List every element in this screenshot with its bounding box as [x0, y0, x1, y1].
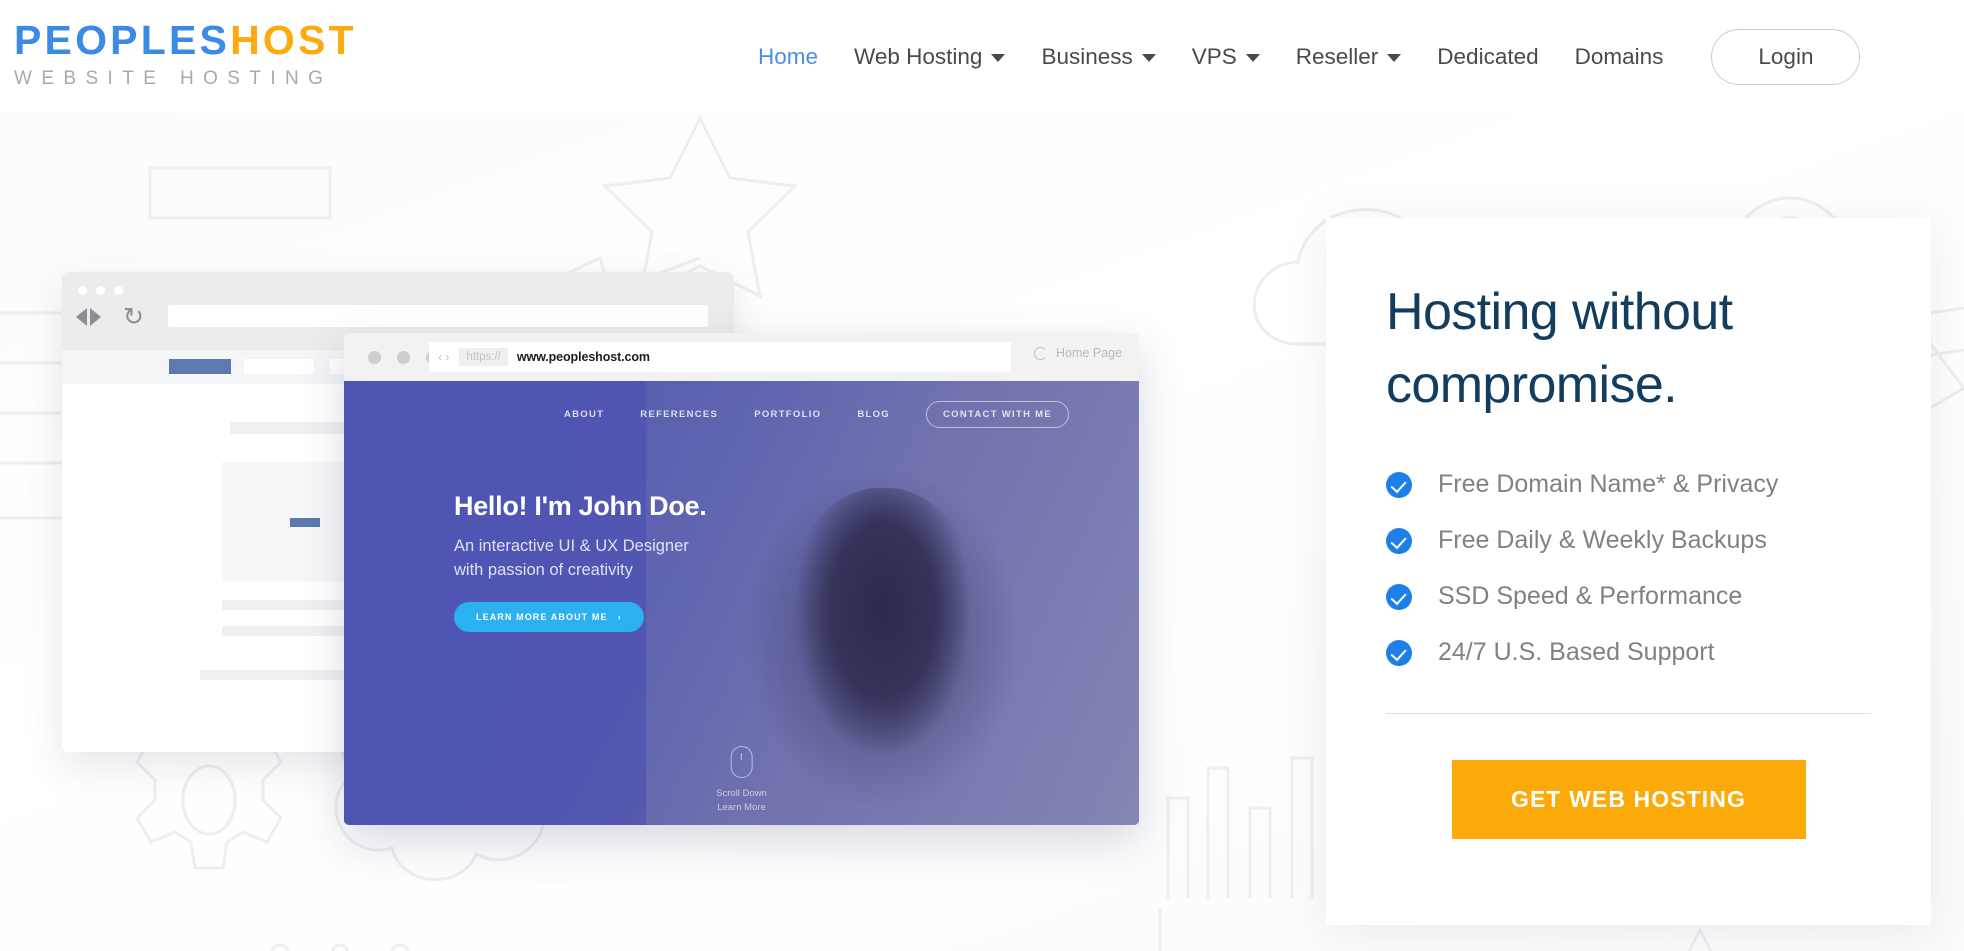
mock-contact-button[interactable]: CONTACT WITH ME: [925, 401, 1070, 428]
feature-label: 24/7 U.S. Based Support: [1438, 638, 1715, 666]
url-domain: www.peopleshost.com: [516, 350, 650, 364]
nav-label-web-hosting: Web Hosting: [854, 43, 983, 69]
mouse-icon: [730, 746, 753, 778]
logo-text-host: HOST: [230, 17, 357, 63]
tab-label: Home Page: [1056, 346, 1123, 360]
check-circle-icon: [1386, 527, 1412, 554]
chevron-down-icon: [1141, 54, 1156, 62]
hero-person-silhouette: [777, 487, 988, 808]
browser-controls-back: ↻: [76, 305, 144, 330]
logo-tagline: WEBSITE HOSTING: [14, 68, 333, 89]
mock-nav-active-pill: [169, 359, 231, 374]
mock-hero-headline: Hello! I'm John Doe.: [454, 491, 707, 521]
check-circle-icon: [1386, 471, 1412, 498]
nav-label-vps: VPS: [1191, 43, 1237, 69]
address-bar-front[interactable]: ‹ › https:// www.peopleshost.com: [429, 342, 1011, 372]
page-root: PEOPLESHOST WEBSITE HOSTING Home Web Hos…: [0, 0, 1964, 951]
nav-item-dedicated[interactable]: Dedicated: [1419, 34, 1556, 80]
browser-chrome-front: ‹ › https:// www.peopleshost.com Home Pa…: [344, 333, 1139, 381]
mock-site-nav: ABOUT REFERENCES PORTFOLIO BLOG CONTACT …: [344, 401, 1139, 428]
mock-hero-subline-2: with passion of creativity: [454, 561, 633, 579]
browser-mockup-front: ‹ › https:// www.peopleshost.com Home Pa…: [344, 333, 1139, 825]
mock-learn-more-label: LEARN MORE ABOUT ME: [476, 612, 608, 622]
chevron-down-icon: [991, 54, 1006, 62]
mock-accent: [290, 518, 320, 527]
mock-hero-subline: An interactive UI & UX Designer with pas…: [454, 534, 706, 582]
check-circle-icon: [1386, 583, 1412, 610]
site-header: PEOPLESHOST WEBSITE HOSTING Home Web Hos…: [0, 0, 1964, 113]
chevron-down-icon: [1387, 54, 1402, 62]
mock-site-hero: ABOUT REFERENCES PORTFOLIO BLOG CONTACT …: [344, 381, 1139, 825]
page-title-line-2: compromise.: [1386, 356, 1678, 414]
nav-item-business[interactable]: Business: [1023, 34, 1173, 80]
url-scheme: https://: [459, 348, 508, 366]
feature-label: Free Daily & Weekly Backups: [1438, 526, 1767, 554]
nav-label-reseller: Reseller: [1295, 43, 1379, 69]
back-forward-icon[interactable]: [76, 308, 101, 326]
logo-text-peoples: PEOPLES: [14, 17, 231, 63]
nav-item-vps[interactable]: VPS: [1174, 34, 1278, 80]
chevron-right-icon: ›: [617, 612, 622, 622]
get-web-hosting-button[interactable]: GET WEB HOSTING: [1451, 760, 1806, 839]
mock-nav-about[interactable]: ABOUT: [564, 409, 604, 420]
tab-loading-icon: [1034, 346, 1047, 360]
mock-nav-blog[interactable]: BLOG: [857, 409, 890, 420]
nav-item-home[interactable]: Home: [740, 34, 836, 80]
nav-label-business: Business: [1041, 43, 1133, 69]
nav-label-home: Home: [758, 43, 819, 69]
learn-more-label: Learn More: [717, 802, 766, 813]
divider: [1386, 713, 1871, 714]
logo[interactable]: PEOPLESHOST WEBSITE HOSTING: [14, 17, 357, 92]
back-forward-icon[interactable]: ‹ ›: [438, 350, 449, 364]
window-dots-icon: [78, 286, 123, 295]
nav-item-reseller[interactable]: Reseller: [1278, 34, 1420, 80]
address-bar-back[interactable]: [168, 305, 708, 327]
mock-nav-portfolio[interactable]: PORTFOLIO: [754, 409, 821, 420]
list-item: 24/7 U.S. Based Support: [1386, 638, 1871, 667]
nav-label-domains: Domains: [1574, 43, 1664, 69]
main-navigation: Home Web Hosting Business VPS Reseller D…: [740, 0, 1861, 113]
nav-label-dedicated: Dedicated: [1437, 43, 1539, 69]
mock-hero-subline-1: An interactive UI & UX Designer: [454, 537, 689, 555]
mock-scroll-indicator: Scroll Down Learn More: [716, 746, 767, 815]
mock-learn-more-button[interactable]: LEARN MORE ABOUT ME ›: [454, 602, 644, 632]
page-title: Hosting without compromise.: [1386, 276, 1871, 422]
feature-label: Free Domain Name* & Privacy: [1438, 470, 1779, 498]
chevron-down-icon: [1245, 54, 1260, 62]
mock-nav-references[interactable]: REFERENCES: [640, 409, 718, 420]
feature-list: Free Domain Name* & Privacy Free Daily &…: [1386, 470, 1871, 667]
nav-item-domains[interactable]: Domains: [1557, 34, 1682, 80]
nav-item-web-hosting[interactable]: Web Hosting: [836, 34, 1023, 80]
list-item: SSD Speed & Performance: [1386, 582, 1871, 611]
mock-nav-pill: [244, 359, 314, 374]
logo-wordmark: PEOPLESHOST: [14, 17, 357, 64]
check-circle-icon: [1386, 639, 1412, 666]
list-item: Free Domain Name* & Privacy: [1386, 470, 1871, 499]
page-title-line-1: Hosting without: [1386, 283, 1733, 341]
list-item: Free Daily & Weekly Backups: [1386, 526, 1871, 555]
mock-hero-copy: Hello! I'm John Doe. An interactive UI &…: [454, 491, 707, 632]
hero-card: Hosting without compromise. Free Domain …: [1326, 218, 1931, 925]
feature-label: SSD Speed & Performance: [1438, 582, 1743, 610]
browser-tab-front[interactable]: Home Page: [1034, 346, 1122, 360]
scroll-down-label: Scroll Down: [716, 788, 767, 799]
login-button[interactable]: Login: [1711, 28, 1861, 85]
reload-icon[interactable]: ↻: [123, 305, 144, 330]
